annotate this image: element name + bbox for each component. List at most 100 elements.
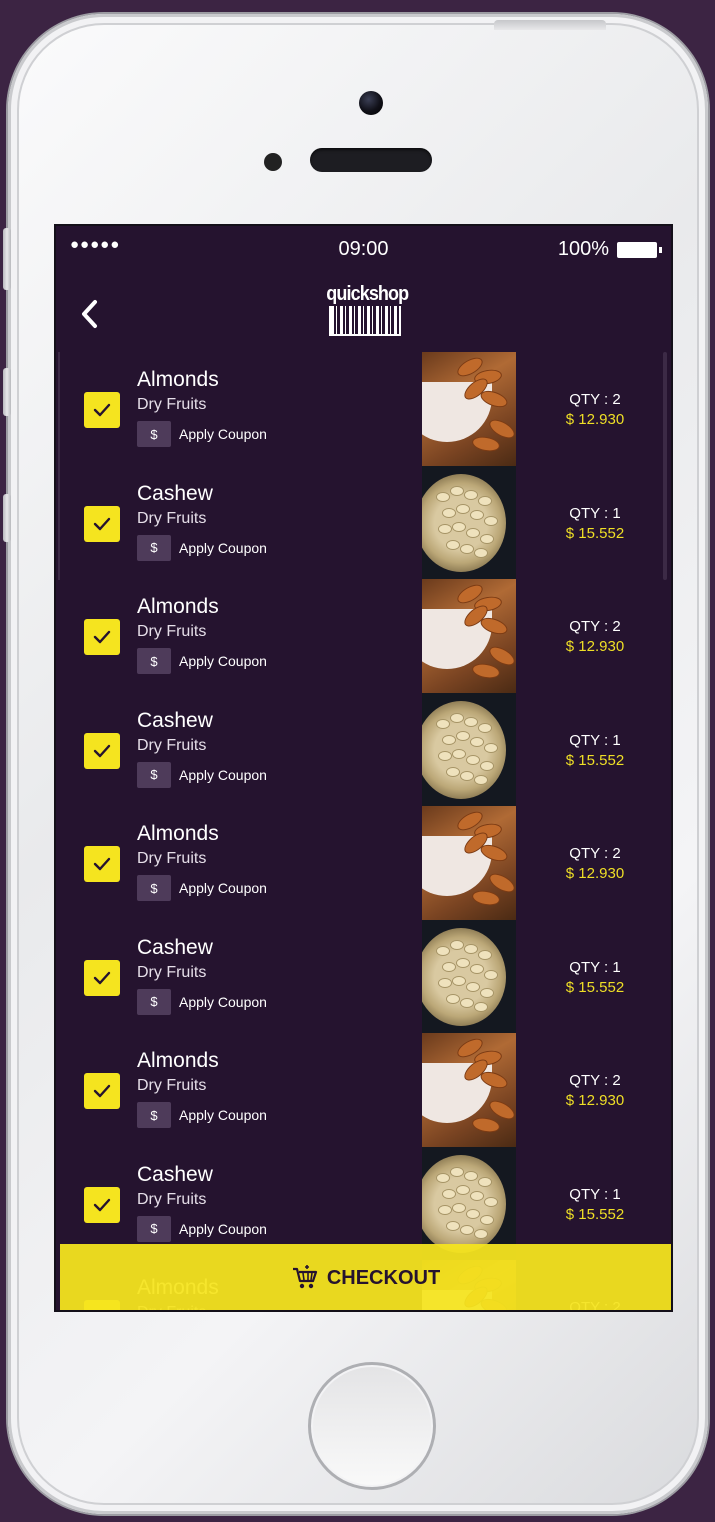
item-checkbox[interactable] <box>84 959 120 996</box>
checkmark-icon <box>93 744 111 757</box>
battery-percent: 100% <box>557 238 609 260</box>
cashew-image <box>422 1146 516 1260</box>
list-item[interactable]: Cashew Dry Fruits $ Apply Coupon QTY : 1… <box>56 465 671 579</box>
item-quantity: QTY : 1 <box>569 1185 621 1203</box>
app-screen: ●●●●● 09:00 100% quickshop Almonds Dry F… <box>54 224 673 1312</box>
item-category: Dry Fruits <box>137 1077 207 1094</box>
checkmark-icon <box>93 857 111 871</box>
item-name: Cashew <box>137 1162 213 1186</box>
item-thumbnail <box>422 806 516 920</box>
checkout-label: CHECKOUT <box>326 1266 441 1289</box>
dollar-icon: $ <box>137 1102 171 1128</box>
dollar-icon: $ <box>137 648 171 674</box>
apply-coupon-button[interactable]: $ Apply Coupon <box>137 421 267 447</box>
item-category: Dry Fruits <box>137 850 207 867</box>
cashew-image <box>422 465 516 579</box>
apply-coupon-label: Apply Coupon <box>179 993 267 1010</box>
checkmark-icon <box>93 403 111 417</box>
item-quantity: QTY : 2 <box>569 845 621 862</box>
almonds-image <box>422 806 516 920</box>
list-item[interactable]: Almonds Dry Fruits $ Apply Coupon QTY : … <box>56 806 671 920</box>
list-item[interactable]: Almonds Dry Fruits $ Apply Coupon QTY : … <box>56 352 671 466</box>
checkout-button[interactable]: CHECKOUT <box>60 1244 671 1310</box>
item-name: Almonds <box>137 822 219 845</box>
item-checkbox[interactable] <box>84 1073 120 1109</box>
item-checkbox[interactable] <box>84 846 120 882</box>
checkmark-icon <box>93 971 111 984</box>
checkmark-icon <box>93 630 111 644</box>
item-checkbox[interactable] <box>84 732 120 769</box>
almonds-image <box>422 579 516 693</box>
item-price: $ 12.930 <box>565 1092 625 1109</box>
item-checkbox[interactable] <box>84 619 120 655</box>
dollar-icon: $ <box>137 1215 171 1242</box>
list-item[interactable]: Cashew Dry Fruits $ Apply Coupon QTY : 1… <box>56 919 671 1033</box>
item-quantity: QTY : 1 <box>569 958 621 976</box>
item-thumbnail <box>422 465 516 579</box>
power-button <box>494 20 606 30</box>
list-item[interactable]: Cashew Dry Fruits $ Apply Coupon QTY : 1… <box>56 692 671 806</box>
checkmark-icon <box>93 1084 111 1098</box>
apply-coupon-button[interactable]: $ Apply Coupon <box>137 648 267 674</box>
cashew-image <box>422 692 516 806</box>
apply-coupon-button[interactable]: $ Apply Coupon <box>137 534 267 561</box>
home-button[interactable] <box>308 1362 436 1490</box>
almonds-image <box>422 352 516 466</box>
item-name: Cashew <box>137 935 213 959</box>
dollar-icon: $ <box>137 534 171 561</box>
dollar-icon: $ <box>137 421 171 447</box>
list-item[interactable]: Almonds Dry Fruits $ Apply Coupon QTY : … <box>56 579 671 693</box>
apply-coupon-button[interactable]: $ Apply Coupon <box>137 1102 267 1128</box>
cart-list: Almonds Dry Fruits $ Apply Coupon QTY : … <box>56 352 671 1310</box>
item-category: Dry Fruits <box>137 1190 207 1208</box>
item-name: Almonds <box>137 1049 219 1072</box>
logo-text: quickshop <box>326 283 409 305</box>
dollar-icon: $ <box>137 875 171 901</box>
apply-coupon-button[interactable]: $ Apply Coupon <box>137 761 267 788</box>
apply-coupon-label: Apply Coupon <box>179 880 267 896</box>
item-category: Dry Fruits <box>137 396 207 413</box>
apply-coupon-button[interactable]: $ Apply Coupon <box>137 1215 267 1242</box>
item-price: $ 15.552 <box>565 1205 625 1223</box>
item-thumbnail <box>422 352 516 466</box>
item-quantity: QTY : 2 <box>569 618 621 635</box>
chevron-left-icon <box>82 300 97 328</box>
proximity-sensor <box>264 153 282 171</box>
battery-icon <box>617 241 662 258</box>
dollar-icon: $ <box>137 761 171 788</box>
item-category: Dry Fruits <box>137 623 207 640</box>
item-thumbnail <box>422 579 516 693</box>
item-name: Cashew <box>137 481 213 505</box>
item-thumbnail <box>422 1146 516 1260</box>
item-price: $ 12.930 <box>565 638 625 655</box>
apply-coupon-button[interactable]: $ Apply Coupon <box>137 988 267 1015</box>
item-quantity: QTY : 2 <box>569 391 621 408</box>
apply-coupon-label: Apply Coupon <box>179 1220 267 1237</box>
apply-coupon-label: Apply Coupon <box>179 653 267 669</box>
item-price: $ 12.930 <box>565 411 625 428</box>
item-checkbox[interactable] <box>84 392 120 428</box>
item-name: Almonds <box>137 595 219 618</box>
cashew-image <box>422 919 516 1033</box>
item-quantity: QTY : 1 <box>569 504 621 522</box>
item-checkbox[interactable] <box>84 1186 120 1223</box>
list-item[interactable]: Almonds Dry Fruits $ Apply Coupon QTY : … <box>56 1033 671 1147</box>
item-price: $ 12.930 <box>565 865 625 882</box>
front-camera <box>359 91 383 115</box>
item-category: Dry Fruits <box>137 963 207 981</box>
volume-up-button <box>3 368 11 416</box>
dollar-icon: $ <box>137 988 171 1015</box>
list-item[interactable]: Cashew Dry Fruits $ Apply Coupon QTY : 1… <box>56 1146 671 1260</box>
almonds-image <box>422 1033 516 1147</box>
apply-coupon-label: Apply Coupon <box>179 426 267 442</box>
item-quantity: QTY : 1 <box>569 731 621 749</box>
item-thumbnail <box>422 1033 516 1147</box>
back-button[interactable] <box>76 296 102 332</box>
cart-icon <box>292 1265 317 1289</box>
item-thumbnail <box>422 919 516 1033</box>
barcode-icon <box>329 306 401 336</box>
item-checkbox[interactable] <box>84 505 120 542</box>
item-name: Cashew <box>137 708 213 732</box>
apply-coupon-button[interactable]: $ Apply Coupon <box>137 875 267 901</box>
item-price: $ 15.552 <box>565 524 625 542</box>
